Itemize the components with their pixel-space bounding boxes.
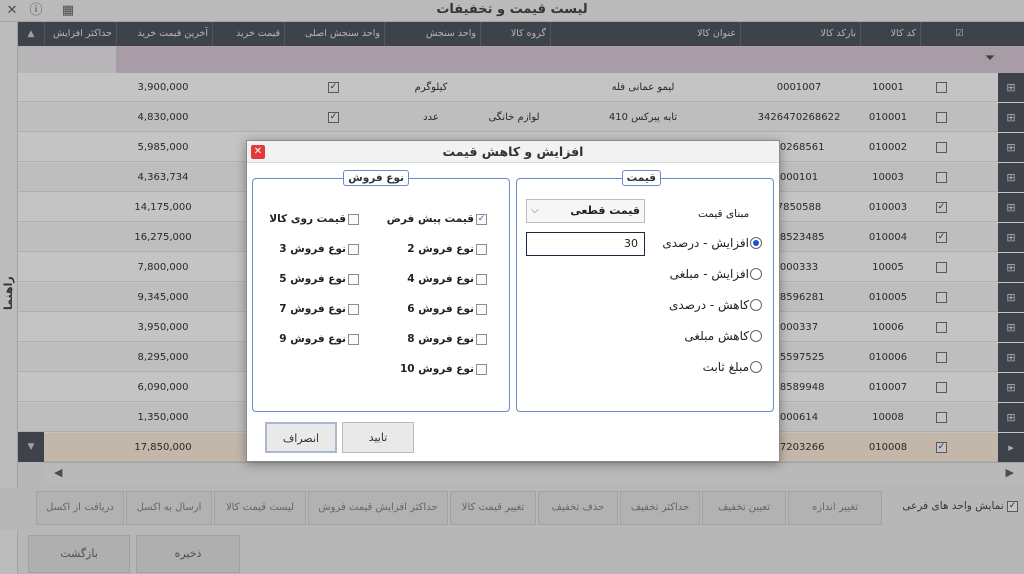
sale-type-checkbox[interactable] xyxy=(348,334,359,345)
sale-type-label[interactable]: نوع فروش 3 xyxy=(279,243,346,255)
price-group-legend: قیمت xyxy=(621,170,661,186)
sale-type-label[interactable]: قیمت روی کالا xyxy=(269,213,346,225)
price-option-radio[interactable] xyxy=(750,268,762,280)
confirm-button[interactable]: تایید xyxy=(342,422,414,453)
sale-type-label[interactable]: قیمت پیش فرض xyxy=(387,213,474,225)
amount-input[interactable]: 30 xyxy=(526,232,645,256)
sale-type-checkbox[interactable] xyxy=(476,274,487,285)
sale-type-checkbox[interactable] xyxy=(348,274,359,285)
sale-type-checkbox[interactable] xyxy=(476,364,487,375)
price-option-label[interactable]: کاهش - درصدی xyxy=(669,298,749,312)
price-option-radio[interactable] xyxy=(750,299,762,311)
sale-type-checkbox[interactable] xyxy=(348,214,359,225)
sale-type-label[interactable]: نوع فروش 5 xyxy=(279,273,346,285)
base-price-label: مبنای قیمت xyxy=(698,208,750,220)
price-option-label[interactable]: افزایش - درصدی xyxy=(662,236,749,250)
price-option-radio[interactable] xyxy=(750,361,762,373)
sale-type-checkbox[interactable]: ✓ xyxy=(476,214,487,225)
price-option-label[interactable]: کاهش مبلغی xyxy=(684,329,749,343)
dialog-title: افزایش و کاهش قیمت xyxy=(247,141,779,163)
sale-type-checkbox[interactable] xyxy=(476,334,487,345)
sale-type-label[interactable]: نوع فروش 10 xyxy=(400,363,474,375)
sale-type-label[interactable]: نوع فروش 8 xyxy=(407,333,474,345)
sale-type-label[interactable]: نوع فروش 9 xyxy=(279,333,346,345)
sale-type-legend: نوع فروش xyxy=(343,170,409,186)
base-price-select[interactable]: قیمت قطعی ⌵ xyxy=(526,199,645,223)
chevron-down-icon: ⌵ xyxy=(531,205,539,216)
base-price-value: قیمت قطعی xyxy=(570,204,640,217)
sale-type-checkbox[interactable] xyxy=(348,304,359,315)
sale-type-checkbox[interactable] xyxy=(348,244,359,255)
sale-type-label[interactable]: نوع فروش 2 xyxy=(407,243,474,255)
price-option-radio[interactable] xyxy=(750,330,762,342)
price-option-label[interactable]: مبلغ ثابت xyxy=(703,360,749,374)
price-option-radio[interactable] xyxy=(750,237,762,249)
sale-type-label[interactable]: نوع فروش 4 xyxy=(407,273,474,285)
price-option-label[interactable]: افزایش - مبلغی xyxy=(670,267,749,281)
sale-type-label[interactable]: نوع فروش 6 xyxy=(407,303,474,315)
sale-type-label[interactable]: نوع فروش 7 xyxy=(279,303,346,315)
cancel-button[interactable]: انصراف xyxy=(265,422,337,453)
dialog-close-icon[interactable]: ✕ xyxy=(251,145,265,159)
sale-type-checkbox[interactable] xyxy=(476,244,487,255)
sale-type-checkbox[interactable] xyxy=(476,304,487,315)
